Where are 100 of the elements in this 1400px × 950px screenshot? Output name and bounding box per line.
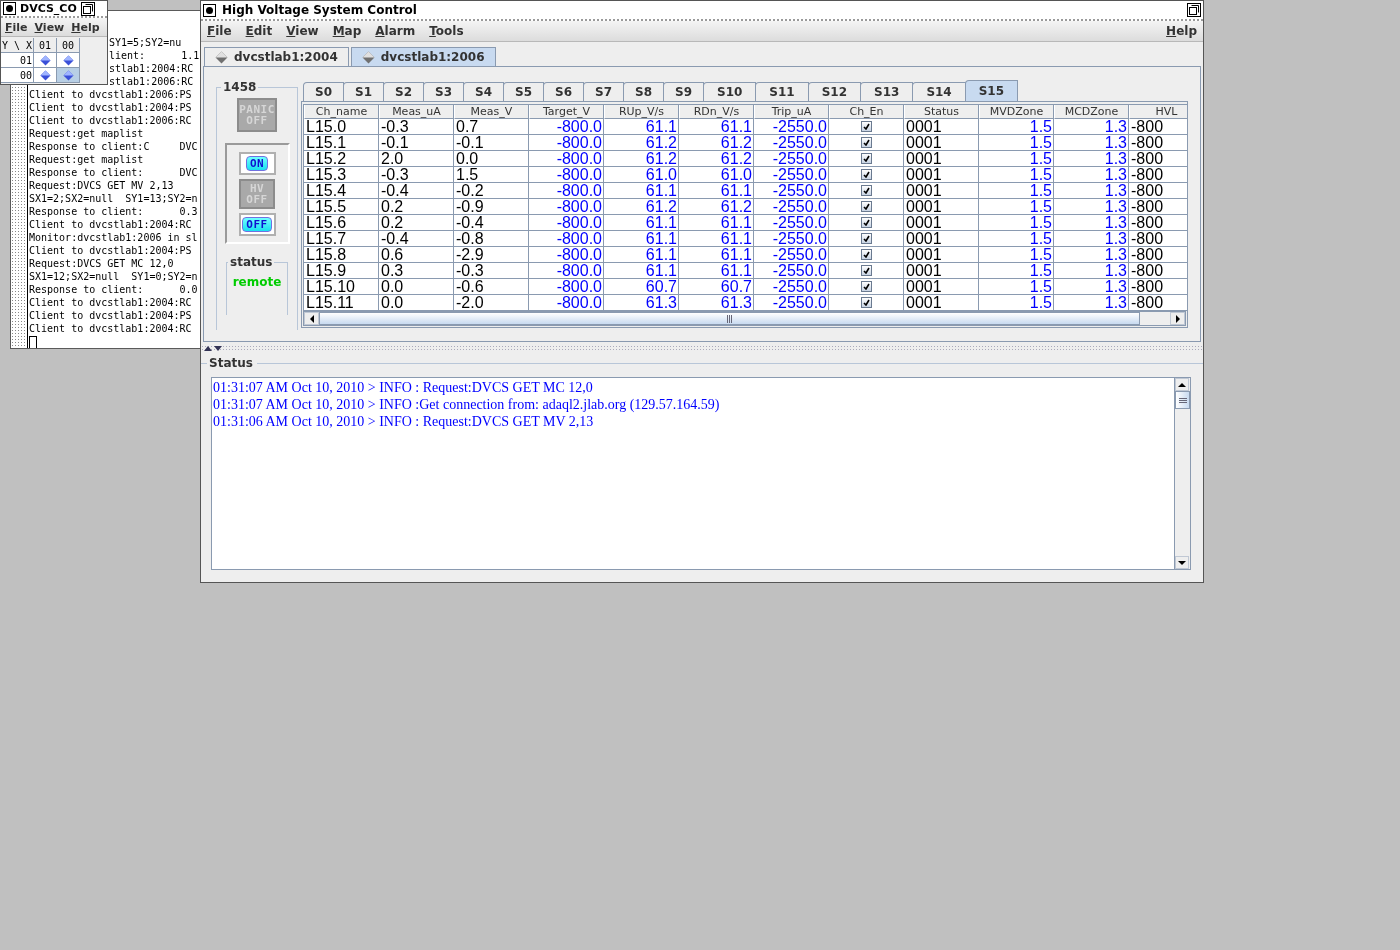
- table-cell: -2550.0: [754, 215, 829, 231]
- table-cell: 61.0: [679, 167, 754, 183]
- table-cell: 61.1: [604, 119, 679, 135]
- column-header[interactable]: MCDZone: [1054, 105, 1129, 119]
- table-cell: 61.1: [679, 183, 754, 199]
- log-line: 01:31:06 AM Oct 10, 2010 > INFO : Request:DVCS GET MV 2,13: [213, 413, 595, 430]
- table-cell: -0.3: [454, 263, 529, 279]
- checkbox[interactable]: [861, 297, 872, 308]
- menu-item[interactable]: Edit: [245, 24, 273, 38]
- column-header[interactable]: Meas_uA: [379, 105, 454, 119]
- log-line: stlab1:2004:RC: [109, 62, 195, 75]
- column-header[interactable]: HVL: [1129, 105, 1187, 119]
- log-line: Monitor:dvcstlab1:2006 in sl: [29, 231, 199, 244]
- checkbox[interactable]: [861, 217, 872, 228]
- collapse-down-icon[interactable]: [214, 346, 222, 351]
- log-line: Response to client: 0.3: [29, 205, 199, 218]
- arrow-right-icon: [1173, 313, 1182, 324]
- window-menu-icon[interactable]: [203, 3, 216, 17]
- scroll-up-button[interactable]: [1175, 378, 1189, 391]
- table-cell: 0.3: [379, 263, 454, 279]
- host-tab[interactable]: dvcstlab1:2004: [204, 47, 349, 66]
- column-header[interactable]: Trip_uA: [754, 105, 829, 119]
- column-header[interactable]: RDn_V/s: [679, 105, 754, 119]
- table-cell: 61.1: [679, 263, 754, 279]
- table-cell: -2550.0: [754, 279, 829, 295]
- menu-item[interactable]: Map: [332, 24, 362, 38]
- table-cell: L15.4: [304, 183, 379, 199]
- menu-item[interactable]: Help: [1166, 24, 1197, 38]
- column-header[interactable]: Ch_En: [829, 105, 904, 119]
- menu-item[interactable]: File: [5, 20, 28, 34]
- column-header[interactable]: Ch_name: [304, 105, 379, 119]
- scrollbar-thumb[interactable]: [1175, 391, 1190, 409]
- table-cell: -2550.0: [754, 247, 829, 263]
- log-line: stlab1:2006:RC: [109, 75, 195, 88]
- table-cell: -2550.0: [754, 183, 829, 199]
- menu-item[interactable]: File: [207, 24, 232, 38]
- table-cell: 61.3: [604, 295, 679, 311]
- menu-item[interactable]: View: [286, 24, 319, 38]
- map-cell[interactable]: [34, 68, 57, 83]
- checkbox[interactable]: [861, 201, 872, 212]
- checkbox[interactable]: [861, 185, 872, 196]
- table-cell: -800: [1129, 183, 1187, 199]
- map-cell[interactable]: [34, 53, 57, 68]
- table-cell: 0.7: [454, 119, 529, 135]
- table-cell: 0001: [904, 199, 979, 215]
- checkbox[interactable]: [861, 281, 872, 292]
- checkbox[interactable]: [861, 153, 872, 164]
- table-cell: 0.6: [379, 247, 454, 263]
- column-header[interactable]: MVDZone: [979, 105, 1054, 119]
- column-header[interactable]: Target_V: [529, 105, 604, 119]
- column-header[interactable]: Meas_V: [454, 105, 529, 119]
- map-cell[interactable]: [57, 68, 80, 83]
- collapse-up-icon[interactable]: [204, 346, 212, 351]
- table-cell: -800.0: [529, 279, 604, 295]
- maximize-icon[interactable]: [1187, 3, 1201, 17]
- checkbox[interactable]: [861, 169, 872, 180]
- table-cell: L15.2: [304, 151, 379, 167]
- table-cell: -800: [1129, 295, 1187, 311]
- slot-tab[interactable]: S0: [303, 82, 344, 101]
- checkbox[interactable]: [861, 265, 872, 276]
- menu-item[interactable]: Tools: [429, 24, 464, 38]
- scroll-down-button[interactable]: [1175, 556, 1189, 569]
- table-cell: 1.3: [1054, 135, 1129, 151]
- log-line: 01:31:07 AM Oct 10, 2010 > INFO :Get connection from: adaql2.jlab.org (129.57.164.59): [213, 396, 721, 413]
- window-menu-icon[interactable]: [3, 2, 16, 15]
- window-title: High Voltage System Control: [222, 3, 417, 17]
- slot-tab[interactable]: S15: [964, 80, 1019, 101]
- column-header[interactable]: Status: [904, 105, 979, 119]
- map-cell[interactable]: [57, 53, 80, 68]
- vertical-scrollbar[interactable]: [1174, 378, 1190, 569]
- menu-item[interactable]: Alarm: [375, 24, 416, 38]
- menu-item[interactable]: View: [34, 20, 65, 34]
- menu-item[interactable]: Help: [71, 20, 100, 34]
- section-title: Status: [208, 356, 254, 370]
- maximize-icon[interactable]: [80, 1, 95, 16]
- table-cell: 61.1: [679, 247, 754, 263]
- table-cell: -2550.0: [754, 295, 829, 311]
- log-line: Client to dvcstlab1:2004:PS: [29, 101, 193, 114]
- checkbox[interactable]: [861, 249, 872, 260]
- power-button[interactable]: ON: [238, 152, 276, 175]
- table-cell: -800.0: [529, 215, 604, 231]
- table-cell: 1.3: [1054, 215, 1129, 231]
- table-cell: 0.0: [379, 279, 454, 295]
- table-cell: -800.0: [529, 199, 604, 215]
- table-cell: L15.8: [304, 247, 379, 263]
- scroll-right-button[interactable]: [1170, 312, 1185, 325]
- scrollbar-thumb[interactable]: [319, 312, 1140, 325]
- host-tab[interactable]: dvcstlab1:2006: [350, 47, 496, 66]
- power-button[interactable]: OFF: [238, 213, 276, 236]
- table-cell: L15.1: [304, 135, 379, 151]
- table-cell: 61.1: [679, 119, 754, 135]
- row-header: 00: [1, 68, 34, 83]
- horizontal-scrollbar[interactable]: [303, 311, 1186, 326]
- checkbox[interactable]: [861, 233, 872, 244]
- group-title: status: [229, 255, 274, 269]
- log-line: Client to dvcstlab1:2004:RC: [29, 218, 193, 231]
- checkbox[interactable]: [861, 121, 872, 132]
- checkbox[interactable]: [861, 137, 872, 148]
- scroll-left-button[interactable]: [304, 312, 319, 325]
- column-header[interactable]: RUp_V/s: [604, 105, 679, 119]
